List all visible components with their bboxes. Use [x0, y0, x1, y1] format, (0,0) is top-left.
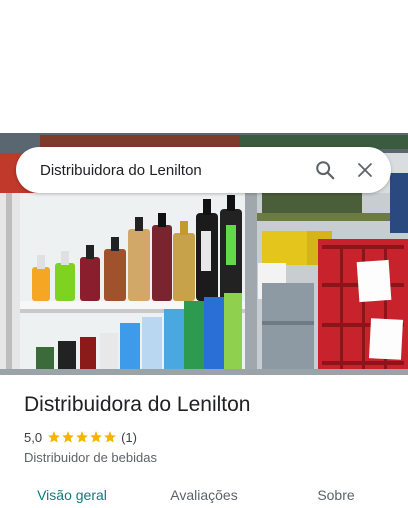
- place-info: Distribuidora do Lenilton 5,0 (1) Distri…: [24, 392, 394, 465]
- star-icon: [48, 431, 60, 443]
- tab-about[interactable]: Sobre: [264, 478, 408, 508]
- place-title: Distribuidora do Lenilton: [24, 393, 251, 416]
- star-icon: [76, 431, 88, 443]
- tab-overview[interactable]: Visão geral: [0, 478, 144, 508]
- search-query[interactable]: Distribuidora do Lenilton: [16, 162, 305, 179]
- place-tabs: Visão geral Avaliações Sobre: [0, 478, 408, 508]
- close-icon[interactable]: [345, 150, 385, 190]
- place-category: Distribuidor de bebidas: [24, 450, 157, 465]
- star-icon: [104, 431, 116, 443]
- star-rating: [47, 430, 117, 444]
- map-blank-area: [0, 0, 408, 133]
- search-icon[interactable]: [305, 150, 345, 190]
- search-bar[interactable]: Distribuidora do Lenilton: [16, 147, 391, 193]
- rating-value: 5,0: [24, 429, 43, 445]
- star-icon: [62, 431, 74, 443]
- rating-row[interactable]: 5,0 (1): [24, 428, 394, 446]
- star-icon: [90, 431, 102, 443]
- tab-reviews[interactable]: Avaliações: [144, 478, 264, 508]
- review-count[interactable]: (1): [121, 430, 137, 445]
